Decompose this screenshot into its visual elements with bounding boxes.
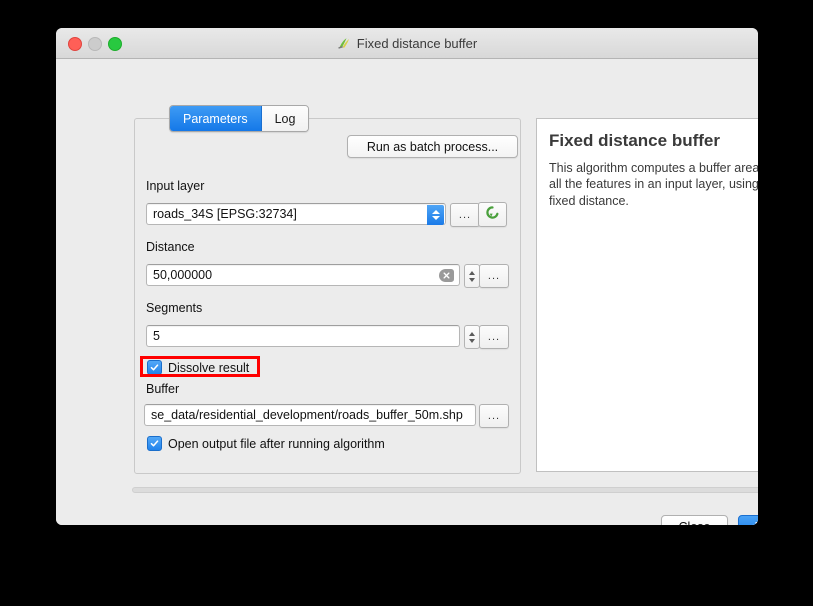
algorithm-help-panel: Fixed distance buffer This algorithm com…	[536, 118, 758, 472]
chevron-updown-icon[interactable]	[427, 205, 444, 225]
progress-bar	[132, 487, 758, 493]
buffer-label: Buffer	[146, 382, 180, 396]
zoom-window-button[interactable]	[108, 37, 122, 51]
buffer-output-input[interactable]: se_data/residential_development/roads_bu…	[144, 404, 476, 426]
dissolve-result-checkbox[interactable]	[147, 360, 162, 375]
tab-log[interactable]: Log	[261, 106, 309, 131]
segments-stepper[interactable]	[464, 325, 480, 349]
clear-distance-icon[interactable]	[439, 269, 454, 282]
window-title: Fixed distance buffer	[356, 35, 478, 51]
tab-bar: Parameters Log	[169, 105, 310, 132]
tab-parameters[interactable]: Parameters	[170, 106, 262, 131]
segments-label: Segments	[146, 301, 203, 315]
help-title: Fixed distance buffer	[549, 131, 720, 150]
close-button[interactable]: Close	[661, 515, 728, 525]
minimize-window-button[interactable]	[88, 37, 102, 51]
qgis-algorithm-icon	[337, 36, 351, 50]
run-button[interactable]: Run	[738, 515, 758, 525]
segments-browse-button[interactable]: ...	[479, 325, 509, 349]
input-layer-combo[interactable]: roads_34S [EPSG:32734]	[146, 203, 446, 225]
input-layer-browse-button[interactable]: ...	[450, 203, 480, 227]
reload-layers-button[interactable]	[478, 202, 507, 227]
distance-value: 50,000000	[153, 268, 213, 282]
input-layer-label: Input layer	[146, 179, 205, 193]
distance-browse-button[interactable]: ...	[479, 264, 509, 288]
input-layer-value: roads_34S [EPSG:32734]	[153, 207, 297, 221]
dissolve-result-checkbox-row[interactable]: Dissolve result	[147, 360, 249, 375]
segments-value: 5	[153, 329, 160, 343]
buffer-output-value: se_data/residential_development/roads_bu…	[151, 408, 463, 422]
fixed-distance-buffer-dialog: Fixed distance buffer Parameters Log Run…	[56, 28, 758, 525]
open-output-checkbox[interactable]	[147, 436, 162, 451]
distance-stepper[interactable]	[464, 264, 480, 288]
run-as-batch-process-button[interactable]: Run as batch process...	[347, 135, 518, 158]
segments-input[interactable]: 5	[146, 325, 460, 347]
open-output-label: Open output file after running algorithm	[168, 436, 385, 451]
distance-input[interactable]: 50,000000	[146, 264, 460, 286]
buffer-browse-button[interactable]: ...	[479, 404, 509, 428]
window-titlebar: Fixed distance buffer	[56, 28, 758, 59]
dissolve-result-label: Dissolve result	[168, 360, 250, 375]
distance-label: Distance	[146, 240, 195, 254]
reload-icon	[485, 205, 500, 225]
close-window-button[interactable]	[68, 37, 82, 51]
window-title-group: Fixed distance buffer	[56, 28, 758, 58]
help-description: This algorithm computes a buffer area fo…	[549, 160, 758, 209]
dialog-content: Parameters Log Run as batch process... I…	[56, 59, 758, 525]
open-output-checkbox-row[interactable]: Open output file after running algorithm	[147, 436, 385, 451]
